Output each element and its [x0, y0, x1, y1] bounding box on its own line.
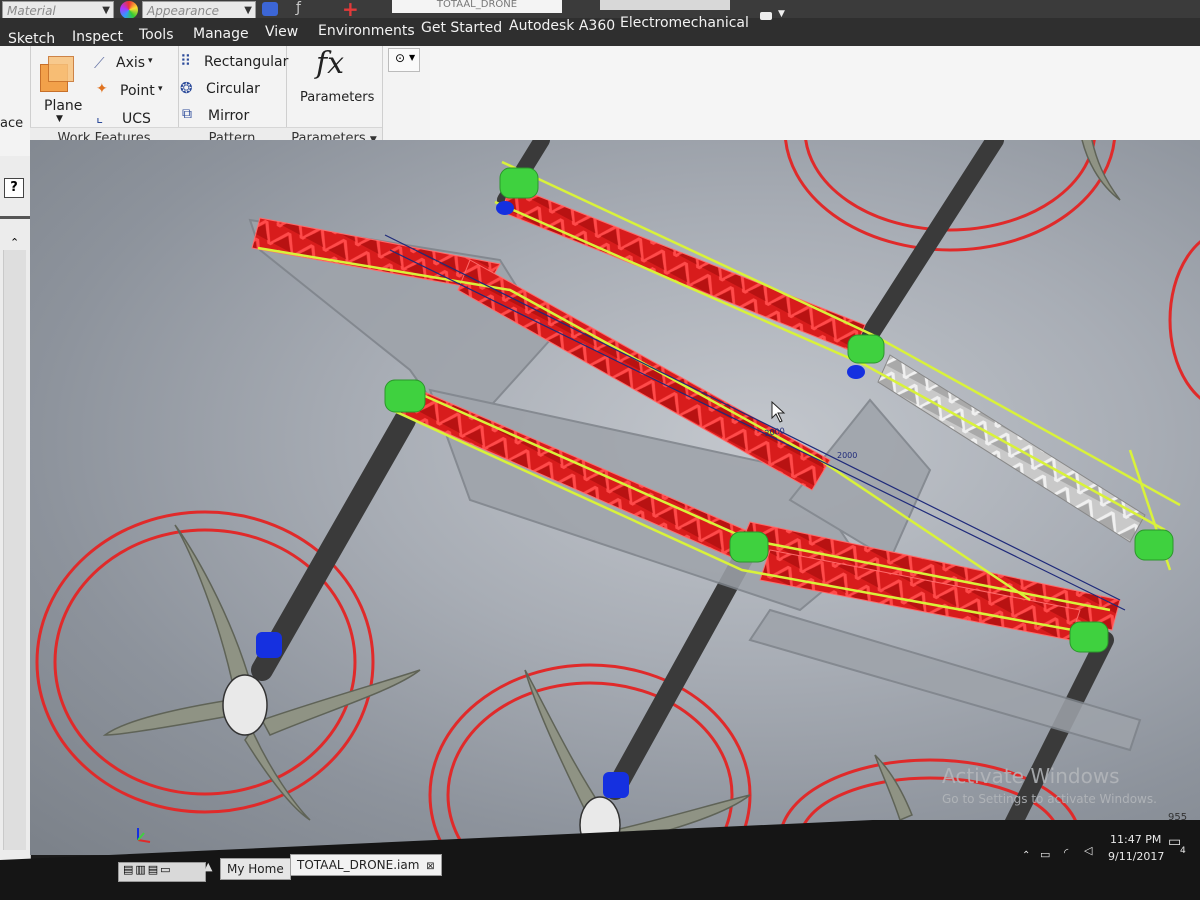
- material-combo-value: Material: [7, 4, 56, 18]
- activation-watermark-subtitle: Go to Settings to activate Windows.: [942, 792, 1157, 806]
- activation-watermark-title: Activate Windows: [942, 764, 1120, 788]
- tab-my-home[interactable]: My Home: [220, 858, 291, 880]
- tile-views-icon: ▤▥▤▭: [123, 863, 173, 876]
- pattern-panel: ⠿ Rectangular ❂ Circular ⧉ Mirror Patter…: [178, 46, 288, 150]
- scroll-up-icon[interactable]: ⌃: [10, 236, 19, 249]
- clock-time[interactable]: 11:47 PM: [1110, 833, 1161, 846]
- document-title: TOTAAL_DRONE: [392, 0, 562, 13]
- appearance-combo-value: Appearance: [147, 4, 220, 18]
- qat-customize-button[interactable]: ⊙ ▼: [388, 48, 420, 72]
- axis-icon: ⟋: [94, 54, 105, 72]
- chevron-down-icon: ▼: [409, 53, 416, 62]
- divider: [0, 216, 30, 219]
- scrollbar[interactable]: [3, 250, 26, 850]
- frame-plates: [248, 218, 1142, 752]
- quick-access-icon[interactable]: [262, 2, 278, 16]
- tab-autodesk-a360[interactable]: Autodesk A360: [509, 18, 615, 34]
- search-input[interactable]: [600, 0, 730, 10]
- partial-panel: ace: [0, 46, 31, 150]
- chevron-down-icon[interactable]: ▾: [148, 56, 153, 66]
- document-tabs: ▤▥▤▭ ▲ My Home TOTAAL_DRONE.iam ⊠: [112, 852, 812, 882]
- tab-totaal-drone[interactable]: TOTAAL_DRONE.iam ⊠: [290, 854, 442, 876]
- circular-pattern-icon: ❂: [180, 79, 193, 97]
- drone-assembly-render: 2000 2000: [35, 140, 1200, 855]
- ucs-icon: ⌞: [96, 108, 104, 126]
- rectangular-pattern-button[interactable]: Rectangular: [204, 54, 288, 70]
- material-combo[interactable]: Material ▼: [2, 1, 114, 19]
- point-button[interactable]: Point: [120, 83, 155, 99]
- tab-environments[interactable]: Environments: [318, 23, 415, 39]
- rectangular-pattern-icon: ⠿: [180, 52, 191, 70]
- mirror-icon: ⧉: [182, 106, 192, 122]
- tab-view[interactable]: View: [265, 24, 298, 40]
- wifi-icon[interactable]: ◜: [1064, 846, 1068, 859]
- plane-icon: [40, 56, 74, 92]
- panel-toggle-icon[interactable]: [760, 12, 772, 20]
- ribbon-tab-bar: Sketch Inspect Tools Manage View Environ…: [0, 9, 1200, 48]
- mouse-cursor-icon: [771, 400, 786, 423]
- mirror-button[interactable]: Mirror: [208, 108, 249, 124]
- tab-get-started[interactable]: Get Started: [421, 20, 502, 36]
- fx-icon: fx: [316, 46, 345, 81]
- chevron-down-icon[interactable]: ▼: [778, 9, 785, 19]
- model-browser-strip: ? ⌃: [0, 156, 31, 900]
- tab-electromechanical[interactable]: Electromechanical: [620, 15, 749, 31]
- tray-chevron-icon[interactable]: ⌃: [1022, 850, 1030, 861]
- help-icon[interactable]: ?: [4, 178, 24, 198]
- fx-icon[interactable]: ƒ: [296, 0, 301, 16]
- gray-truss-beam: [877, 354, 1146, 543]
- notification-count: 4: [1180, 846, 1186, 856]
- battery-icon[interactable]: ▭: [1040, 848, 1050, 861]
- tab-my-home-label: My Home: [227, 862, 284, 876]
- tab-scroll-up-icon[interactable]: ▲: [204, 860, 212, 873]
- view-layout-buttons[interactable]: ▤▥▤▭: [118, 862, 206, 882]
- ucs-button[interactable]: UCS: [122, 111, 151, 127]
- partial-panel-label: ace: [0, 116, 24, 131]
- circular-pattern-button[interactable]: Circular: [206, 81, 260, 97]
- plane-button[interactable]: Plane: [44, 98, 82, 114]
- parameters-button[interactable]: Parameters: [300, 90, 374, 105]
- clock-date[interactable]: 9/11/2017: [1108, 850, 1164, 863]
- appearance-combo[interactable]: Appearance ▼: [142, 1, 256, 19]
- graphics-viewport[interactable]: 2000 2000 Activate Windows Go to Setting…: [30, 140, 1200, 855]
- chevron-down-icon[interactable]: ▼: [56, 114, 63, 124]
- volume-icon[interactable]: ◁: [1084, 844, 1092, 857]
- close-icon[interactable]: ⊠: [426, 861, 434, 872]
- parameters-panel: fx Parameters Parameters ▼: [286, 46, 383, 150]
- tab-totaal-drone-label: TOTAAL_DRONE.iam: [297, 858, 420, 872]
- axis-button[interactable]: Axis: [116, 55, 145, 71]
- tab-inspect[interactable]: Inspect: [72, 29, 123, 45]
- appearance-icon: [120, 1, 138, 19]
- circle-down-icon: ⊙: [395, 51, 406, 65]
- tab-sketch[interactable]: Sketch: [8, 31, 55, 47]
- dimension-label-2: 2000: [837, 451, 857, 460]
- tab-tools[interactable]: Tools: [139, 27, 174, 43]
- point-icon: ✦: [96, 81, 108, 97]
- tab-manage[interactable]: Manage: [193, 26, 249, 42]
- work-features-panel: Plane ▼ ⟋ Axis ▾ ✦ Point ▾ ⌞ UCS Work Fe…: [30, 46, 179, 150]
- chevron-down-icon[interactable]: ▾: [158, 84, 163, 94]
